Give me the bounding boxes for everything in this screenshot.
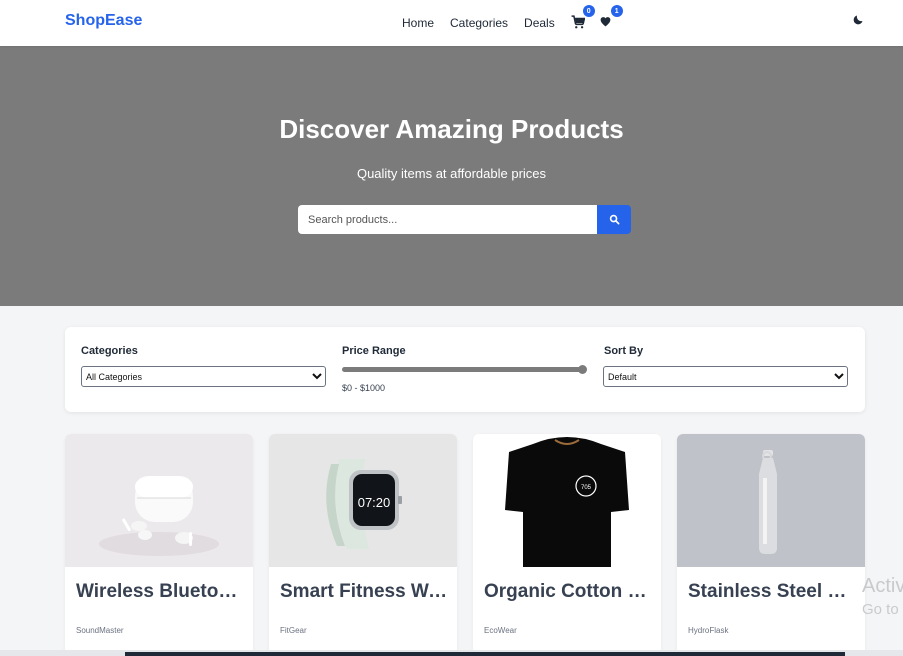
product-brand: EcoWear bbox=[484, 626, 517, 635]
search-button[interactable] bbox=[597, 205, 631, 234]
sort-by-label: Sort By bbox=[604, 345, 644, 357]
hero-subtitle: Quality items at affordable prices bbox=[356, 166, 547, 181]
wishlist-button[interactable]: 1 bbox=[599, 5, 623, 31]
price-range-label: Price Range bbox=[342, 345, 406, 357]
cart-icon bbox=[571, 15, 586, 29]
product-card[interactable]: Wireless Bluetooth Earbuds SoundMaster bbox=[65, 434, 253, 656]
search-icon bbox=[609, 214, 619, 225]
nav-link-deals[interactable]: Deals bbox=[524, 16, 555, 30]
product-brand: FitGear bbox=[280, 626, 307, 635]
moon-icon bbox=[853, 15, 863, 25]
tshirt-logo: 705 bbox=[581, 485, 592, 491]
product-card[interactable]: 705 Organic Cotton T-Shirt EcoWear bbox=[473, 434, 661, 656]
activation-watermark-line2: Go to bbox=[862, 601, 899, 618]
price-range-value: $0 - $1000 bbox=[342, 383, 386, 393]
product-name: Wireless Bluetooth Earbuds bbox=[76, 581, 244, 602]
watch-time: 07:20 bbox=[358, 495, 391, 510]
theme-toggle-button[interactable] bbox=[852, 13, 870, 31]
nav-links: Home Categories Deals 0 1 bbox=[402, 5, 627, 31]
product-card[interactable]: 07:20 Smart Fitness Watch FitGear bbox=[269, 434, 457, 656]
wishlist-count-badge: 1 bbox=[610, 5, 623, 17]
tshirt-image: 705 bbox=[473, 434, 661, 567]
cart-button[interactable]: 0 bbox=[571, 5, 595, 31]
product-brand: HydroFlask bbox=[688, 626, 729, 635]
brand-logo[interactable]: ShopEase bbox=[65, 12, 142, 30]
price-range-track[interactable] bbox=[342, 367, 582, 372]
product-card[interactable]: Stainless Steel Water Bottle HydroFlask bbox=[677, 434, 865, 656]
filters-panel: Categories All Categories Price Range $0… bbox=[65, 327, 865, 412]
cart-count-badge: 0 bbox=[582, 5, 595, 17]
nav-link-categories[interactable]: Categories bbox=[450, 16, 508, 30]
bottle-image bbox=[677, 434, 865, 567]
hero-title: Discover Amazing Products bbox=[279, 114, 624, 144]
product-brand: SoundMaster bbox=[76, 626, 124, 635]
product-name: Smart Fitness Watch bbox=[280, 581, 448, 602]
price-range-handle[interactable] bbox=[578, 365, 587, 374]
hero-section: Discover Amazing Products Quality items … bbox=[0, 46, 903, 306]
categories-select[interactable]: All Categories bbox=[81, 366, 326, 387]
earbuds-image bbox=[65, 434, 253, 567]
smartwatch-image: 07:20 bbox=[269, 434, 457, 567]
navbar: ShopEase Home Categories Deals 0 1 bbox=[0, 0, 903, 46]
product-name: Organic Cotton T-Shirt bbox=[484, 581, 652, 602]
sort-select[interactable]: Default bbox=[603, 366, 848, 387]
search-input[interactable] bbox=[298, 205, 597, 234]
heart-icon bbox=[600, 17, 611, 27]
categories-label: Categories bbox=[81, 345, 138, 357]
taskbar-bar bbox=[125, 652, 845, 656]
activation-watermark-line1: Activ bbox=[862, 575, 903, 597]
nav-link-home[interactable]: Home bbox=[402, 16, 434, 30]
product-name: Stainless Steel Water Bottle bbox=[688, 581, 856, 602]
